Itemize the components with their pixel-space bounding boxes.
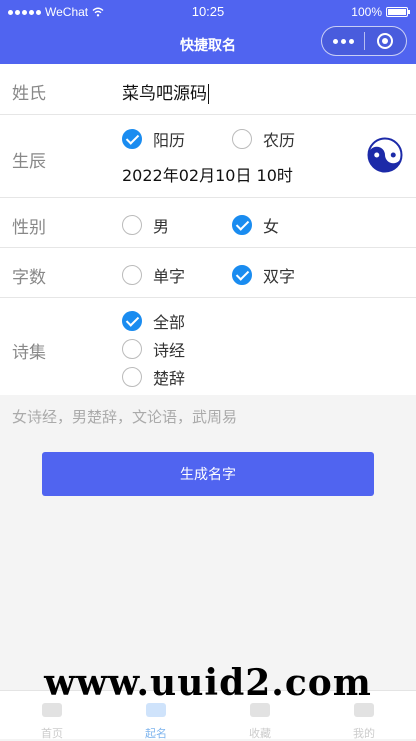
gender-row: 性别 男 女 bbox=[0, 198, 416, 248]
surname-label: 姓氏 bbox=[12, 84, 46, 104]
radio-single-label: 单字 bbox=[153, 267, 186, 286]
profile-icon bbox=[354, 703, 374, 717]
check-all-label: 全部 bbox=[153, 313, 186, 332]
radio-female-label: 女 bbox=[263, 217, 280, 236]
status-bar: WeChat 10:25 100% bbox=[0, 0, 416, 24]
miniprogram-capsule bbox=[321, 26, 407, 56]
close-target-icon bbox=[377, 33, 394, 49]
tab-home-label: 首页 bbox=[41, 727, 63, 740]
nav-bar: 快捷取名 bbox=[0, 24, 416, 64]
more-button[interactable] bbox=[322, 38, 364, 44]
tab-naming-label: 起名 bbox=[145, 727, 167, 740]
radio-solar[interactable]: 阳历 bbox=[122, 127, 185, 151]
birth-datetime-picker[interactable]: 2022年02月10日 10时 bbox=[122, 162, 293, 186]
generate-name-button[interactable]: 生成名字 bbox=[42, 452, 374, 496]
radio-lunar-label: 农历 bbox=[263, 131, 296, 150]
check-chuci-label: 楚辞 bbox=[153, 369, 186, 388]
unchecked-icon bbox=[122, 215, 142, 235]
birth-row: 生辰 阳历 农历 2022年02月10日 10时 bbox=[0, 115, 416, 198]
checked-icon bbox=[232, 215, 252, 235]
radio-lunar[interactable]: 农历 bbox=[232, 127, 295, 151]
home-icon bbox=[42, 703, 62, 717]
radio-double[interactable]: 双字 bbox=[232, 263, 295, 287]
check-chuci[interactable]: 楚辞 bbox=[122, 365, 185, 389]
tab-mine-label: 我的 bbox=[353, 727, 375, 740]
naming-form: 姓氏 菜鸟吧源码 生辰 阳历 农历 2022年02月10日 10时 性别 男 女 bbox=[0, 64, 416, 395]
watermark: www.uuid2.com bbox=[44, 662, 372, 704]
radio-female[interactable]: 女 bbox=[232, 213, 279, 237]
check-shijing-label: 诗经 bbox=[153, 341, 186, 360]
battery-icon bbox=[386, 7, 410, 17]
gender-label: 性别 bbox=[12, 218, 46, 238]
check-all[interactable]: 全部 bbox=[122, 309, 185, 333]
radio-male-label: 男 bbox=[153, 217, 170, 236]
close-button[interactable] bbox=[365, 33, 406, 49]
unchecked-icon bbox=[122, 339, 142, 359]
unchecked-icon bbox=[122, 367, 142, 387]
checked-icon bbox=[232, 265, 252, 285]
checked-icon bbox=[122, 129, 142, 149]
text-cursor bbox=[208, 84, 209, 104]
unchecked-icon bbox=[232, 129, 252, 149]
poetry-label: 诗集 bbox=[12, 343, 46, 363]
word-count-label: 字数 bbox=[12, 268, 46, 288]
hint-text: 女诗经，男楚辞，文论语，武周易 bbox=[12, 408, 238, 426]
favorites-icon bbox=[250, 703, 270, 717]
radio-solar-label: 阳历 bbox=[153, 131, 186, 150]
word-count-row: 字数 单字 双字 bbox=[0, 248, 416, 298]
tab-favorites-label: 收藏 bbox=[249, 727, 271, 740]
battery-area: 100% bbox=[351, 5, 410, 19]
radio-double-label: 双字 bbox=[263, 267, 296, 286]
poetry-row: 诗集 全部 诗经 楚辞 bbox=[0, 298, 416, 395]
radio-male[interactable]: 男 bbox=[122, 213, 169, 237]
yin-yang-icon[interactable] bbox=[367, 137, 403, 173]
unchecked-icon bbox=[122, 265, 142, 285]
radio-single[interactable]: 单字 bbox=[122, 263, 185, 287]
battery-percent: 100% bbox=[351, 5, 382, 19]
check-shijing[interactable]: 诗经 bbox=[122, 337, 185, 361]
surname-row: 姓氏 菜鸟吧源码 bbox=[0, 64, 416, 115]
naming-icon bbox=[146, 703, 166, 717]
checked-icon bbox=[122, 311, 142, 331]
birth-label: 生辰 bbox=[12, 152, 46, 172]
surname-input[interactable]: 菜鸟吧源码 bbox=[122, 79, 209, 104]
